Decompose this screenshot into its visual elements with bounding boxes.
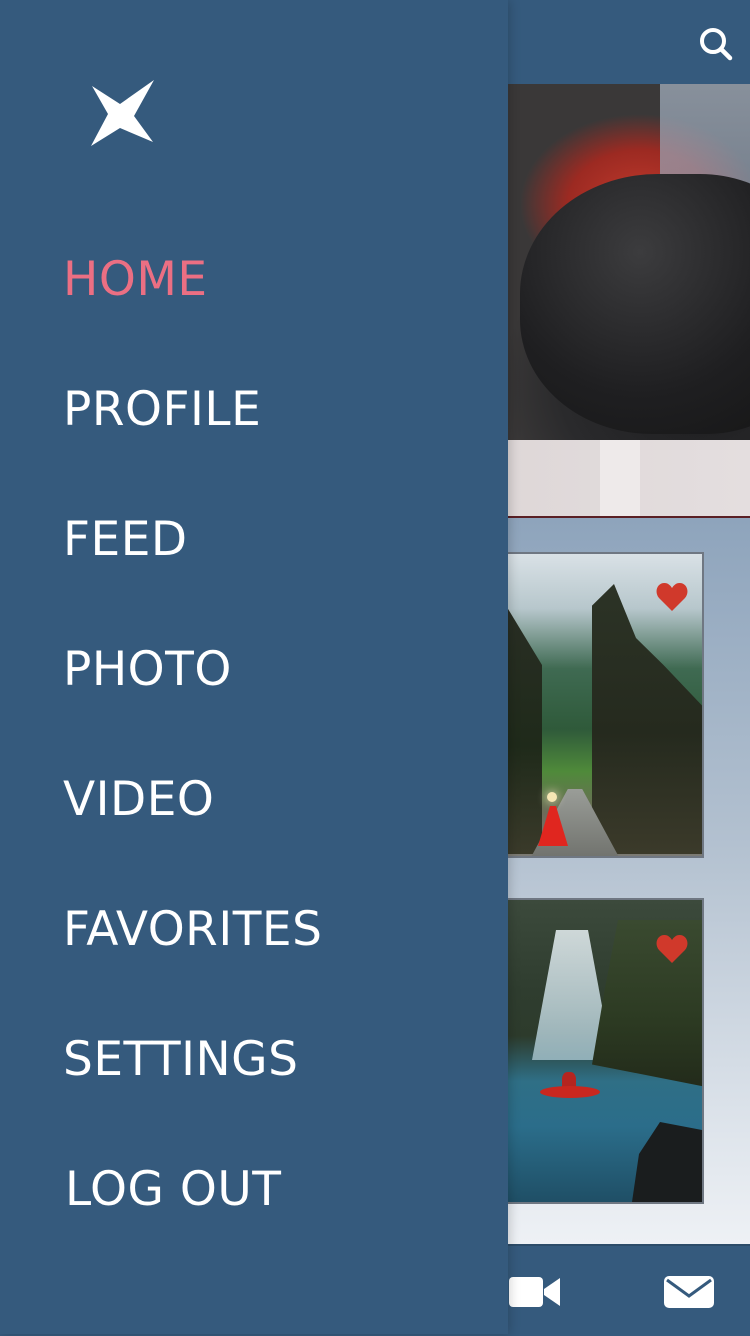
favorite-button[interactable] [656, 582, 688, 612]
menu-item-home[interactable]: HOME [63, 256, 208, 303]
star-logo-icon [91, 80, 154, 146]
app-logo [90, 80, 156, 146]
menu-item-log-out[interactable]: LOG OUT [65, 1166, 281, 1213]
menu-item-settings[interactable]: SETTINGS [63, 1036, 298, 1083]
favorite-button[interactable] [656, 934, 688, 964]
menu-item-favorites[interactable]: FAVORITES [63, 906, 322, 953]
menu-item-video[interactable]: VIDEO [63, 776, 214, 823]
tab-messages[interactable] [662, 1272, 716, 1312]
tab-video[interactable] [508, 1272, 562, 1312]
heart-icon [656, 935, 688, 963]
video-camera-icon [509, 1277, 560, 1307]
search-icon [700, 28, 733, 61]
menu-item-photo[interactable]: PHOTO [63, 646, 232, 693]
search-button[interactable] [696, 24, 736, 64]
mail-icon [664, 1276, 714, 1308]
menu-item-feed[interactable]: FEED [63, 516, 188, 563]
heart-icon [656, 583, 688, 611]
menu-item-profile[interactable]: PROFILE [63, 386, 261, 433]
navigation-drawer: HOME PROFILE FEED PHOTO VIDEO FAVORITES … [0, 0, 508, 1334]
